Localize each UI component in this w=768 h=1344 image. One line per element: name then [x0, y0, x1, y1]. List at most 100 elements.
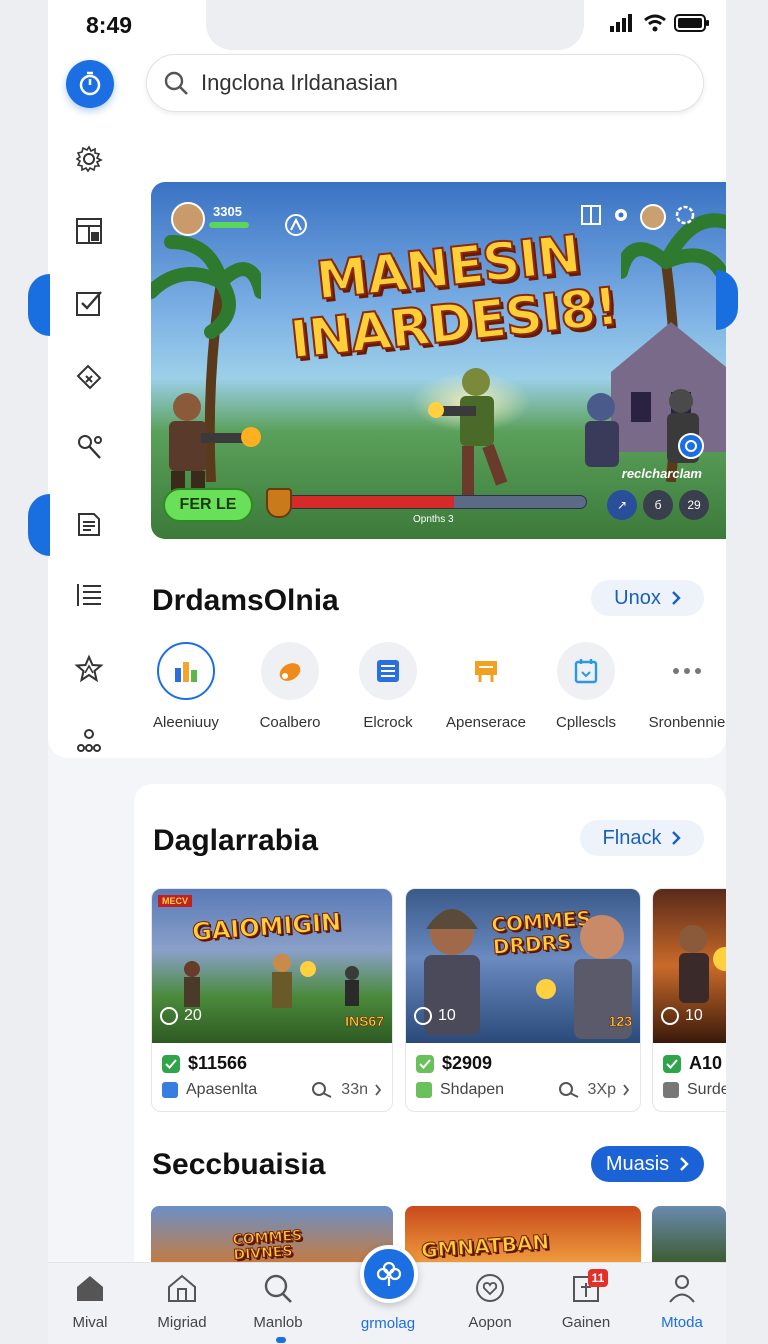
sidebar-layout-button[interactable]	[68, 210, 110, 252]
game-badge: MECV	[158, 895, 193, 907]
play-button[interactable]: FER LE	[163, 488, 253, 522]
game-price: $11566	[188, 1053, 248, 1073]
game-price-row: $11566	[162, 1053, 247, 1074]
group-icon	[77, 729, 101, 752]
category-icon-wrap	[261, 642, 319, 700]
category-item[interactable]: Apenserace	[434, 642, 538, 731]
sidebar-refresh-button[interactable]	[66, 60, 114, 108]
hero-round-button-2[interactable]: б	[643, 490, 673, 520]
game-art: 10	[653, 889, 726, 1043]
nav-migriad[interactable]: Migriad	[134, 1273, 230, 1331]
game-meta-value: 3Xp	[587, 1081, 616, 1098]
nav-search[interactable]: Manlob	[230, 1273, 326, 1331]
category-label: Cpllescls	[555, 714, 616, 731]
game-meta-row: Apasenlta 33n	[162, 1081, 382, 1099]
card-icon	[475, 661, 497, 682]
category-item[interactable]: Cpllescls	[534, 642, 638, 731]
game-card[interactable]: MECV GAIOMIGIN 20 INS67 $11566 Apasenlta…	[151, 888, 393, 1112]
rating-ring-icon	[160, 1007, 178, 1025]
left-drawer-tab[interactable]	[28, 494, 50, 556]
rating-ring-icon	[661, 1007, 679, 1025]
right-drawer-tab[interactable]	[716, 270, 738, 330]
nav-label: Manlob	[253, 1314, 303, 1331]
star-icon	[74, 654, 104, 683]
more-icon	[673, 668, 701, 674]
sidebar-group-button[interactable]	[68, 720, 110, 762]
game-thumb[interactable]	[652, 1206, 726, 1266]
search-person-icon	[78, 435, 102, 459]
sidebar-settings-button[interactable]	[68, 138, 110, 180]
section2-more-label: Flnack	[602, 826, 662, 849]
nav-label: grmolag	[360, 1315, 416, 1332]
settings-icon[interactable]	[674, 204, 696, 226]
gear-icon[interactable]	[610, 204, 632, 226]
globe-icon[interactable]	[677, 432, 705, 460]
category-icon-wrap	[157, 642, 215, 700]
nav-label: Mival	[72, 1314, 108, 1331]
nav-label: Gainen	[561, 1314, 611, 1331]
game-price: A10	[689, 1053, 723, 1073]
sidebar-find-button[interactable]	[68, 426, 110, 468]
game-card[interactable]: COMMES DRDRS 10 123 $2909 Shdapen 3Xp	[405, 888, 641, 1112]
nav-profile[interactable]: Mtoda	[634, 1273, 726, 1331]
document-icon	[78, 513, 100, 536]
check-icon	[663, 1054, 681, 1073]
nav-center-button[interactable]	[360, 1245, 418, 1303]
hand-icon	[279, 663, 301, 681]
category-item[interactable]: Coalbero	[238, 642, 342, 731]
sidebar-favorites-button[interactable]	[68, 648, 110, 690]
nav-aopon[interactable]: Aopon	[442, 1273, 538, 1331]
game-count: 10	[685, 1007, 703, 1024]
game-category: Surde	[687, 1081, 726, 1098]
left-drawer-tab[interactable]	[28, 274, 50, 336]
list-icon	[77, 584, 101, 606]
hero-banner[interactable]: MANESIN INARDESI8! 3305 FER LE Opnths 3 …	[151, 182, 726, 539]
chevron-right-icon	[623, 1084, 630, 1096]
category-item[interactable]: Aleeniuuy	[134, 642, 238, 731]
category-item[interactable]: Elcrock	[336, 642, 440, 731]
game-card[interactable]: 10 A10 Surde	[652, 888, 726, 1112]
game-count: 10	[438, 1007, 456, 1024]
sidebar-docs-button[interactable]	[68, 502, 110, 544]
game-meta-row: Surde	[663, 1081, 726, 1099]
lines-icon	[377, 660, 399, 682]
section1-more-button[interactable]: Unox	[591, 580, 704, 616]
bottom-nav: Mival Migriad Manlob grmolag Aopon 11 Ga…	[48, 1245, 726, 1344]
search-icon	[312, 1082, 332, 1098]
layout-icon	[76, 218, 102, 244]
status-icons	[610, 14, 710, 32]
category-tag-icon	[663, 1082, 679, 1098]
game-category: Apasenlta	[186, 1081, 258, 1098]
game-thumb[interactable]: COMMES DIVNES	[151, 1206, 393, 1266]
nav-label: Migriad	[157, 1314, 207, 1331]
search-input[interactable]: Ingclona Irldanasian	[201, 70, 398, 96]
friend-avatar[interactable]	[640, 204, 666, 230]
section3-more-button[interactable]: Muasis	[591, 1146, 704, 1182]
section2-more-button[interactable]: Flnack	[580, 820, 704, 856]
section2-title: Daglarrabia	[153, 824, 319, 857]
checkbox-icon	[76, 291, 102, 316]
compass-icon[interactable]	[283, 212, 309, 238]
hero-round-button-1[interactable]: ↗	[607, 490, 637, 520]
chart-icon	[175, 662, 197, 682]
health-bar-fill	[272, 496, 455, 508]
notch	[206, 0, 584, 50]
wifi-icon	[644, 14, 666, 32]
category-item[interactable]: Sronbennie	[632, 642, 726, 731]
calendar-icon	[574, 659, 598, 684]
layout-grid-icon[interactable]	[580, 204, 602, 226]
app-screen: 8:49 Ingclona Irldanasian MANESIN INARDE…	[48, 0, 726, 1344]
search-icon	[164, 71, 188, 95]
sidebar-tags-button[interactable]	[68, 356, 110, 398]
search-bar[interactable]: Ingclona Irldanasian	[146, 54, 704, 112]
player-avatar[interactable]	[171, 202, 205, 236]
nav-gainen[interactable]: 11 Gainen	[538, 1269, 634, 1331]
sidebar-list-button[interactable]	[68, 574, 110, 616]
nav-home[interactable]: Mival	[48, 1273, 138, 1331]
game-thumb[interactable]: GMNATBAN	[405, 1206, 641, 1266]
hero-round-button-3[interactable]: 29	[679, 490, 709, 520]
notification-badge: 11	[588, 1269, 608, 1287]
category-label: Elcrock	[363, 714, 413, 731]
sidebar-tasks-button[interactable]	[68, 282, 110, 324]
section1-title: DrdamsOlnia	[152, 584, 339, 617]
